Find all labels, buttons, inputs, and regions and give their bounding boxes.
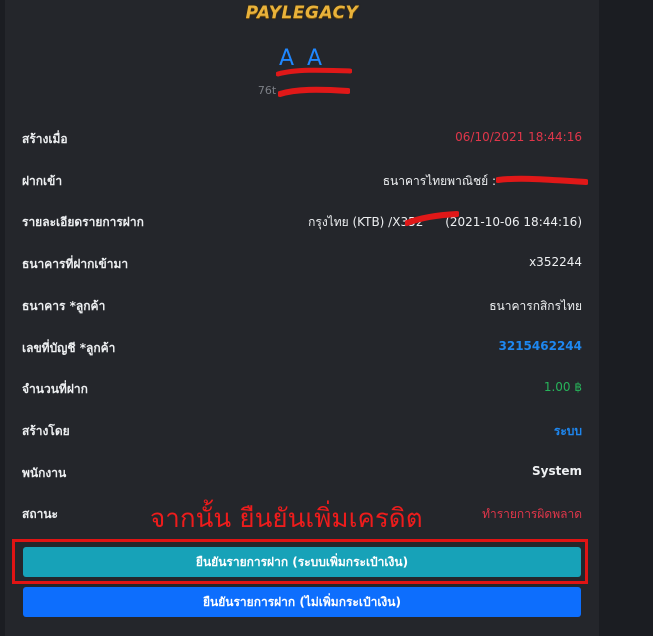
user-id-prefix: 76t xyxy=(257,84,277,97)
confirm-deposit-add-wallet-button[interactable]: ยืนยันรายการฝาก (ระบบเพิ่มกระเป๋าเงิน) xyxy=(23,547,581,577)
detail-row-deposit-details: รายละเอียดรายการฝาก กรุงไทย (KTB) /X352 … xyxy=(22,210,582,230)
detail-value: System xyxy=(532,464,582,478)
detail-row-amount: จำนวนที่ฝาก 1.00 ฿ xyxy=(22,377,582,397)
confirm-deposit-no-wallet-button[interactable]: ยืนยันรายการฝาก (ไม่เพิ่มกระเป๋าเงิน) xyxy=(23,587,581,617)
detail-label: พนักงาน xyxy=(22,466,67,480)
detail-value: ระบบ xyxy=(553,424,582,438)
detail-label: สร้างเมื่อ xyxy=(22,132,68,146)
detail-label: ฝากเข้า xyxy=(22,174,63,188)
detail-value: ธนาคารกสิกรไทย xyxy=(489,299,582,313)
redaction-scribble xyxy=(276,67,352,77)
brand-logo: PAYLEGACY xyxy=(245,3,359,23)
detail-row-created-at: สร้างเมื่อ 06/10/2021 18:44:16 xyxy=(22,127,582,147)
detail-value: x352244 xyxy=(529,255,582,269)
detail-row-customer-account: เลขที่บัญชี *ลูกค้า 3215462244 xyxy=(22,336,582,356)
detail-label: สร้างโดย xyxy=(22,424,70,438)
detail-value: 06/10/2021 18:44:16 xyxy=(455,130,582,144)
detail-label: เลขที่บัญชี *ลูกค้า xyxy=(22,341,116,355)
detail-label: สถานะ xyxy=(22,507,58,521)
detail-label: ธนาคารที่ฝากเข้ามา xyxy=(22,257,129,271)
redaction-scribble xyxy=(405,211,459,226)
status-badge: ทำรายการผิดพลาด xyxy=(482,507,582,521)
detail-row-incoming-bank: ธนาคารที่ฝากเข้ามา x352244 xyxy=(22,252,582,272)
detail-row-customer-bank: ธนาคาร *ลูกค้า ธนาคารกสิกรไทย xyxy=(22,294,582,314)
redaction-scribble xyxy=(278,86,350,97)
detail-value-text: ธนาคารไทยพาณิชย์ : xyxy=(382,174,496,188)
detail-row-created-by: สร้างโดย ระบบ xyxy=(22,419,582,439)
redaction-scribble xyxy=(496,175,588,185)
detail-label: ธนาคาร *ลูกค้า xyxy=(22,299,106,313)
detail-value: 1.00 ฿ xyxy=(543,380,582,394)
detail-value-suffix: (2021-10-06 18:44:16) xyxy=(445,215,582,229)
detail-value: 3215462244 xyxy=(498,339,583,353)
detail-row-staff: พนักงาน System xyxy=(22,461,582,481)
detail-label: รายละเอียดรายการฝาก xyxy=(22,215,144,229)
instruction-annotation: จากนั้น ยืนยันเพิ่มเครดิต xyxy=(150,504,423,534)
detail-label: จำนวนที่ฝาก xyxy=(22,382,88,396)
